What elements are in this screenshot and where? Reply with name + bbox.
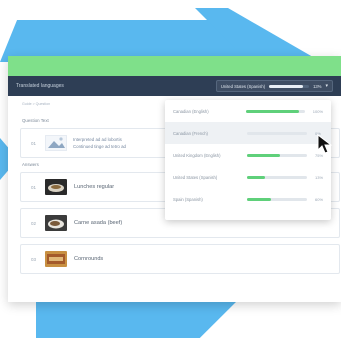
language-option-percent: 60% bbox=[315, 196, 324, 202]
language-option-progress bbox=[247, 153, 307, 157]
breadcrumb[interactable]: Guide > Question bbox=[22, 102, 50, 106]
language-option[interactable]: United States (Spanish) 13% bbox=[165, 166, 331, 188]
question-text: Interpreted ad ad lobortis Continued tin… bbox=[73, 136, 126, 150]
answer-image-icon bbox=[45, 215, 67, 231]
language-option-progress bbox=[245, 109, 305, 113]
language-option-progress-fill bbox=[247, 153, 280, 157]
language-option-label: United Kingdom (English) bbox=[173, 152, 221, 158]
language-progress-bar bbox=[269, 84, 310, 88]
language-option-progress-fill bbox=[247, 175, 265, 179]
language-option[interactable]: United Kingdom (English) 75% bbox=[165, 144, 331, 166]
question-text-line: Continued tinge ad tetro ad bbox=[73, 144, 126, 149]
app-window: Translated languages United States (Span… bbox=[8, 56, 341, 302]
language-option-progress-fill bbox=[245, 109, 299, 113]
answer-number: 03 bbox=[31, 256, 37, 262]
language-option-progress bbox=[247, 131, 307, 135]
answer-label: Carne asada (beef) bbox=[74, 220, 123, 226]
language-option-label: Spain (Spanish) bbox=[173, 196, 203, 202]
language-option[interactable]: Spain (Spanish) 60% bbox=[165, 188, 331, 210]
language-option-progress bbox=[247, 197, 307, 201]
question-label: Question Text bbox=[22, 118, 49, 123]
language-option-label: United States (Spanish) bbox=[173, 174, 218, 180]
language-option[interactable]: Canadian (English) 100% bbox=[165, 100, 331, 122]
language-select[interactable]: United States (Spanish) 13% ▾ bbox=[215, 80, 333, 92]
language-option-percent: 13% bbox=[315, 174, 324, 180]
language-option-progress-fill bbox=[247, 197, 271, 201]
answer-label: Cornrounds bbox=[74, 256, 104, 262]
accent-bar bbox=[8, 56, 341, 76]
question-number: 01 bbox=[31, 140, 37, 146]
chevron-down-icon: ▾ bbox=[325, 83, 328, 89]
mouse-pointer-icon bbox=[317, 134, 333, 154]
answer-label: Lunches regular bbox=[74, 184, 115, 190]
answer-image-icon bbox=[45, 251, 67, 267]
answer-number: 01 bbox=[31, 184, 37, 190]
language-option-progress bbox=[247, 175, 307, 179]
language-percent: 13% bbox=[313, 83, 322, 89]
language-option-percent: 100% bbox=[312, 108, 323, 114]
language-progress-fill bbox=[269, 84, 304, 88]
language-option-label: Canadian (English) bbox=[173, 108, 209, 114]
question-image-icon bbox=[45, 135, 67, 151]
answer-image-icon bbox=[45, 179, 67, 195]
language-select-label: United States (Spanish) bbox=[220, 83, 266, 89]
language-option-label: Canadian (French) bbox=[173, 130, 208, 136]
header-bar: Translated languages United States (Span… bbox=[8, 76, 341, 96]
language-option[interactable]: Canadian (French) 0% bbox=[165, 122, 331, 144]
header-title: Translated languages bbox=[16, 83, 64, 89]
answers-label: Answers bbox=[22, 162, 39, 167]
answer-card[interactable]: 03 Cornrounds bbox=[20, 244, 340, 274]
language-dropdown-menu: Canadian (English) 100% Canadian (French… bbox=[165, 100, 331, 220]
question-text-line: Interpreted ad ad lobortis bbox=[73, 137, 122, 142]
answer-number: 02 bbox=[31, 220, 37, 226]
